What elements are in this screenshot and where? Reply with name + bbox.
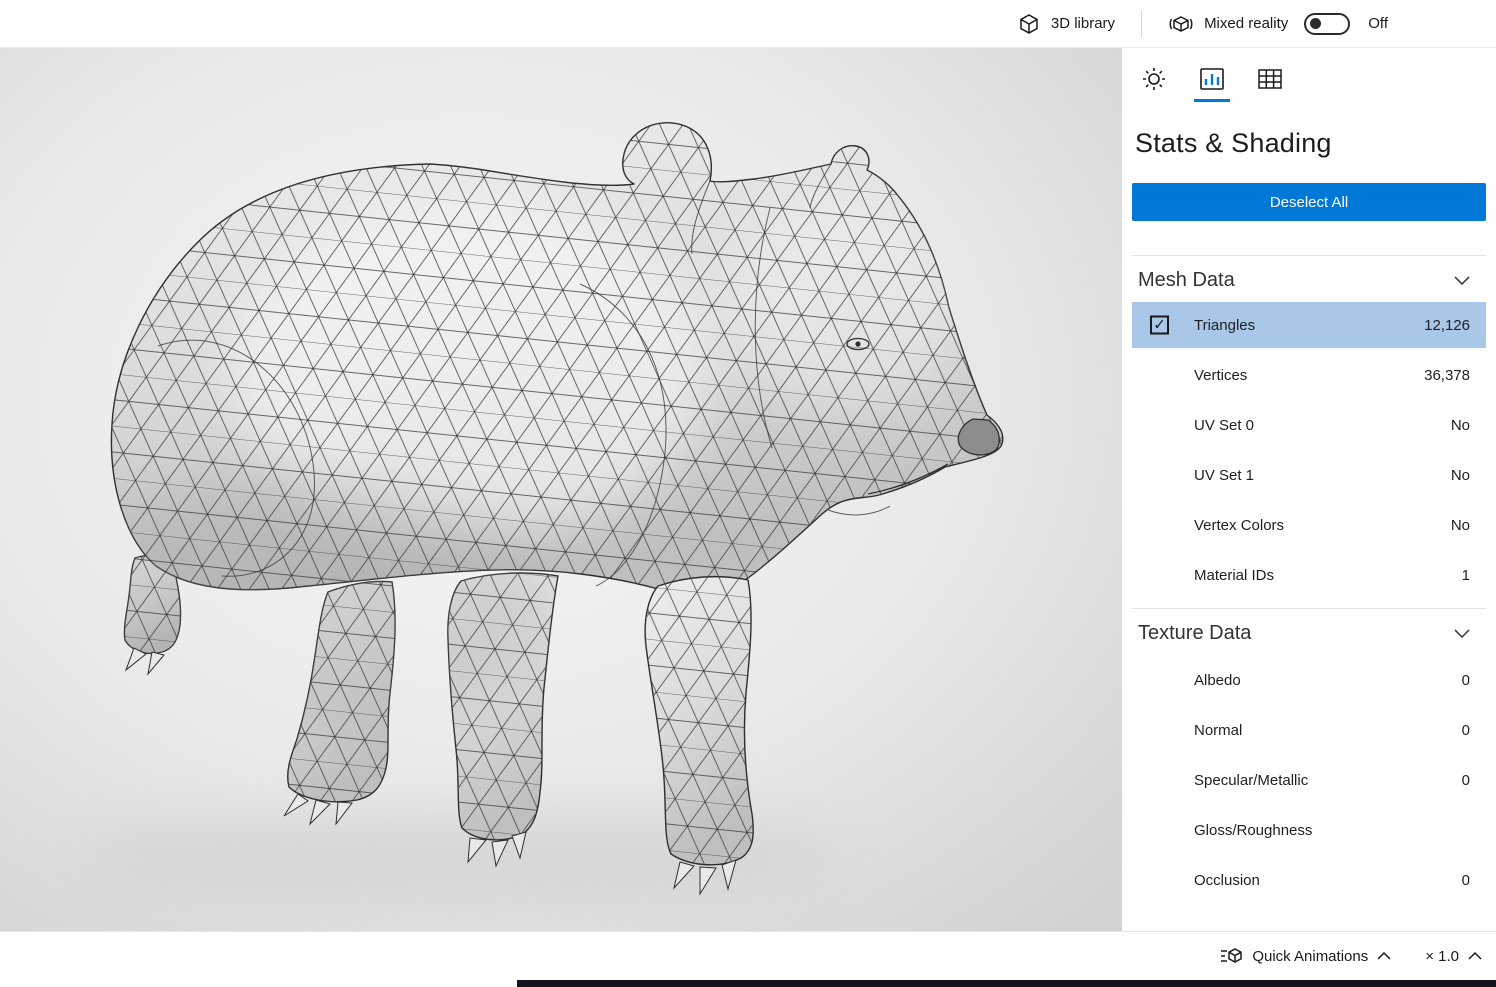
stat-row-gloss-roughness[interactable]: Gloss/Roughness — [1132, 805, 1486, 855]
stat-label: Triangles — [1194, 316, 1256, 334]
tab-lighting[interactable] — [1136, 66, 1172, 102]
stat-row-uv-set-1[interactable]: UV Set 1 No — [1132, 450, 1486, 500]
quick-animations-label: Quick Animations — [1252, 947, 1369, 965]
mesh-data-title: Mesh Data — [1138, 269, 1235, 291]
sun-icon — [1141, 66, 1167, 92]
3d-library-label: 3D library — [1050, 15, 1116, 32]
stat-value: 0 — [1461, 871, 1470, 889]
top-toolbar: 3D library Mixed reality Off — [0, 0, 1496, 48]
stat-label: Gloss/Roughness — [1194, 821, 1313, 839]
playback-speed-button[interactable]: × 1.0 — [1425, 948, 1482, 965]
panel-title: Stats & Shading — [1135, 128, 1332, 158]
mixed-reality-toggle[interactable] — [1304, 12, 1351, 35]
stat-value: 0 — [1461, 721, 1470, 739]
stat-value: 12,126 — [1424, 316, 1470, 334]
stat-label: Vertex Colors — [1194, 516, 1285, 534]
taskbar-strip — [517, 980, 1496, 987]
3d-library-button[interactable]: 3D library — [1017, 12, 1115, 36]
tab-stats-shading[interactable] — [1194, 66, 1230, 102]
checkbox-checked-icon[interactable]: ✓ — [1150, 315, 1169, 335]
nose — [957, 418, 1000, 456]
tab-indicator — [1252, 99, 1288, 102]
stat-value: 36,378 — [1424, 366, 1470, 384]
stat-label: Albedo — [1194, 671, 1241, 689]
texture-data-rows: Albedo 0 Normal 0 Specular/Metallic 0 Gl… — [1122, 655, 1496, 905]
stat-row-occlusion[interactable]: Occlusion 0 — [1132, 855, 1486, 905]
mesh-data-header[interactable]: Mesh Data — [1122, 256, 1496, 296]
chevron-down-icon — [1454, 276, 1470, 285]
3d-viewport[interactable] — [0, 48, 1122, 931]
toolbar-divider — [1141, 10, 1143, 37]
stat-label: Specular/Metallic — [1194, 771, 1309, 789]
stat-value: No — [1450, 466, 1470, 484]
bear-wireframe-canvas[interactable] — [0, 48, 1122, 931]
stat-label: Normal — [1194, 721, 1243, 739]
stat-row-vertex-colors[interactable]: Vertex Colors No — [1132, 500, 1486, 550]
quick-animations-button[interactable]: Quick Animations — [1219, 946, 1391, 966]
stat-row-specular-metallic[interactable]: Specular/Metallic 0 — [1132, 755, 1486, 805]
chevron-up-icon — [1377, 952, 1391, 960]
stat-label: Vertices — [1194, 366, 1248, 384]
bar-chart-icon — [1198, 66, 1226, 92]
tab-indicator-selected — [1194, 99, 1230, 102]
toggle-state-label: Off — [1368, 15, 1388, 32]
stat-row-normal[interactable]: Normal 0 — [1132, 705, 1486, 755]
texture-data-title: Texture Data — [1138, 622, 1252, 644]
chevron-up-icon — [1468, 952, 1482, 960]
mixed-reality-label: Mixed reality — [1204, 15, 1289, 32]
mixed-reality-icon — [1168, 12, 1194, 36]
chevron-down-icon — [1454, 629, 1470, 638]
stat-value: 0 — [1461, 671, 1470, 689]
stat-value: 0 — [1461, 771, 1470, 789]
stat-row-uv-set-0[interactable]: UV Set 0 No — [1132, 400, 1486, 450]
stat-row-triangles[interactable]: ✓ Triangles 12,126 — [1132, 302, 1486, 348]
grid-icon — [1256, 66, 1284, 92]
stat-row-vertices[interactable]: Vertices 36,378 — [1132, 350, 1486, 400]
stat-row-material-ids[interactable]: Material IDs 1 — [1132, 550, 1486, 600]
stat-label: UV Set 0 — [1194, 416, 1255, 434]
stat-value: No — [1450, 516, 1470, 534]
tab-grid[interactable] — [1252, 66, 1288, 102]
stat-label: UV Set 1 — [1194, 466, 1255, 484]
cube-icon — [1017, 12, 1041, 36]
panel-tabs — [1122, 48, 1496, 102]
mesh-data-rows: ✓ Triangles 12,126 Vertices 36,378 UV Se… — [1122, 302, 1496, 600]
toggle-knob — [1310, 17, 1322, 29]
tab-indicator — [1136, 99, 1172, 102]
stat-label: Material IDs — [1194, 566, 1275, 584]
deselect-all-button[interactable]: Deselect All — [1132, 183, 1486, 221]
stat-value: No — [1450, 416, 1470, 434]
stat-value: 1 — [1461, 566, 1470, 584]
playback-speed-label: × 1.0 — [1425, 947, 1459, 965]
stat-label: Occlusion — [1194, 871, 1260, 889]
stats-panel: Stats & Shading Deselect All Mesh Data ✓… — [1122, 48, 1496, 931]
quick-animations-icon — [1219, 946, 1243, 966]
mixed-reality-group: Mixed reality — [1168, 12, 1288, 36]
stat-row-albedo[interactable]: Albedo 0 — [1132, 655, 1486, 705]
bottom-toolbar: Quick Animations × 1.0 — [0, 931, 1496, 980]
texture-data-header[interactable]: Texture Data — [1122, 609, 1496, 649]
